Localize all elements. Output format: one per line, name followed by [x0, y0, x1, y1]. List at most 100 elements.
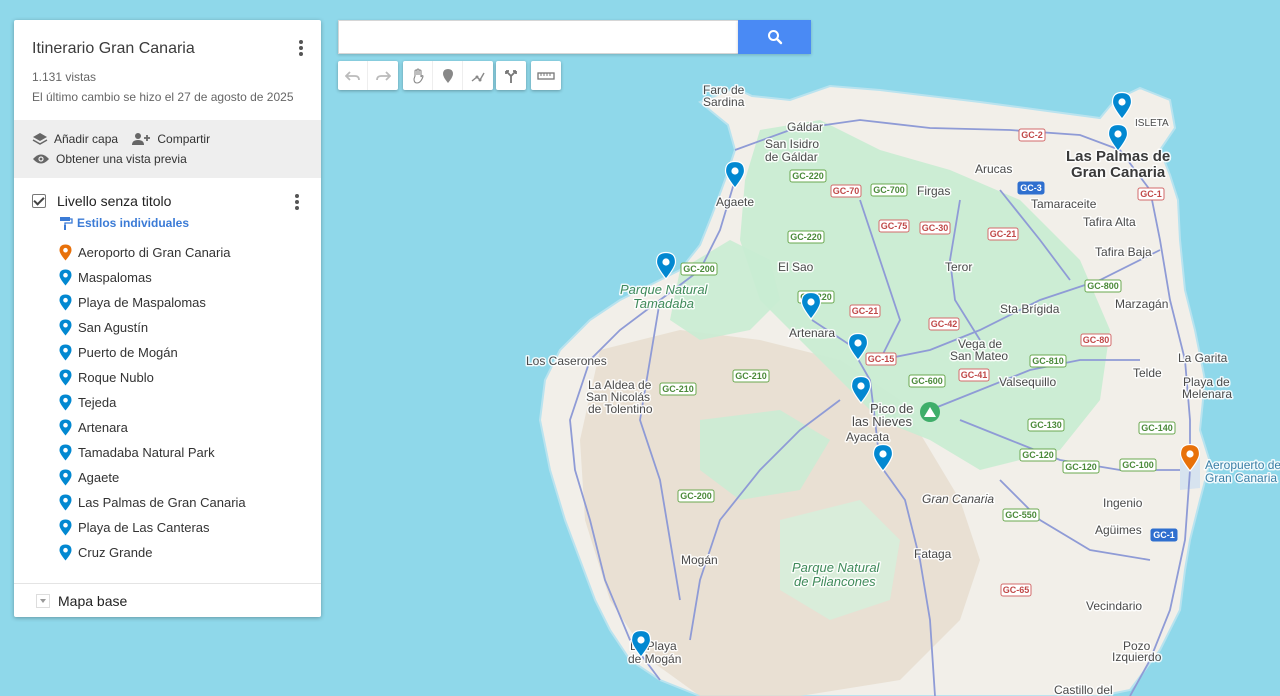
add-marker-button[interactable] [433, 61, 463, 90]
layer-name[interactable]: Livello senza titolo [57, 193, 171, 209]
search-icon [767, 30, 782, 45]
svg-text:GC-120: GC-120 [1022, 450, 1054, 460]
label-san-isidro: San Isidro [765, 137, 819, 151]
label-isleta: ISLETA [1135, 118, 1169, 129]
svg-text:GC-42: GC-42 [931, 319, 958, 329]
place-list-item[interactable]: Playa de Las Canteras [59, 515, 303, 540]
label-agaete: Agaete [716, 195, 754, 209]
search-button[interactable] [738, 20, 811, 54]
mountain-peak-icon[interactable] [920, 402, 940, 422]
road-shield: GC-220 [787, 230, 825, 244]
svg-text:GC-3: GC-3 [1020, 183, 1042, 193]
pan-tool-button[interactable] [403, 61, 433, 90]
measure-button[interactable] [531, 61, 561, 90]
place-list-item[interactable]: Aeroporto di Gran Canaria [59, 240, 303, 265]
svg-text:GC-130: GC-130 [1030, 420, 1062, 430]
directions-icon [505, 69, 517, 83]
road-shield: GC-210 [732, 369, 770, 383]
share-button[interactable]: Compartir [131, 129, 210, 149]
svg-text:GC-100: GC-100 [1122, 460, 1154, 470]
add-layer-button[interactable]: Añadir capa [32, 129, 118, 149]
place-list-item[interactable]: Artenara [59, 415, 303, 440]
place-list-item[interactable]: Playa de Maspalomas [59, 290, 303, 315]
place-list-item[interactable]: Las Palmas de Gran Canaria [59, 490, 303, 515]
label-aguimes: Agüimes [1095, 523, 1142, 537]
place-list-item[interactable]: San Agustín [59, 315, 303, 340]
panel-actions: Añadir capa Compartir Obtener una vista … [14, 120, 321, 178]
preview-button[interactable]: Obtener una vista previa [32, 149, 187, 169]
layer-options-button[interactable] [287, 192, 307, 214]
preview-label: Obtener una vista previa [56, 152, 187, 166]
layer-visibility-checkbox[interactable] [32, 194, 46, 208]
search-input[interactable] [338, 20, 738, 54]
road-shield: GC-75 [878, 219, 910, 233]
label-ingenio: Ingenio [1103, 496, 1143, 510]
svg-text:GC-120: GC-120 [1065, 462, 1097, 472]
undo-button[interactable] [338, 61, 368, 90]
map-title[interactable]: Itinerario Gran Canaria [32, 40, 303, 58]
road-shield: GC-21 [987, 227, 1019, 241]
road-shield: GC-42 [928, 317, 960, 331]
dot-icon [299, 52, 303, 56]
svg-text:GC-210: GC-210 [735, 371, 767, 381]
place-label: Agaete [78, 470, 120, 485]
panel-header: Itinerario Gran Canaria 1.131 vistas El … [14, 20, 321, 120]
place-label: Playa de Maspalomas [78, 295, 206, 310]
individual-styles-label: Estilos individuales [77, 216, 190, 230]
svg-text:GC-21: GC-21 [990, 229, 1017, 239]
road-shield: GC-130 [1027, 418, 1065, 432]
road-shield: GC-140 [1138, 421, 1176, 435]
road-shield: GC-30 [919, 221, 951, 235]
place-list-item[interactable]: Tamadaba Natural Park [59, 440, 303, 465]
label-vecindario: Vecindario [1086, 599, 1142, 613]
directions-group [496, 61, 526, 90]
label-aeropuerto-2: Gran Canaria [1205, 471, 1277, 485]
svg-text:GC-210: GC-210 [662, 384, 694, 394]
map-pin-icon [59, 369, 72, 386]
svg-text:GC-21: GC-21 [852, 306, 879, 316]
place-label: Aeroporto di Gran Canaria [78, 245, 231, 260]
redo-button[interactable] [368, 61, 398, 90]
place-label: Maspalomas [78, 270, 152, 285]
label-playa-mogan-2: de Mogán [628, 652, 681, 666]
label-telde: Telde [1133, 366, 1162, 380]
label-pozo-2: Izquierdo [1112, 650, 1162, 664]
undo-redo-group [338, 61, 398, 90]
place-list-item[interactable]: Puerto de Mogán [59, 340, 303, 365]
last-changed: El último cambio se hizo el 27 de agosto… [32, 90, 294, 104]
place-list-item[interactable]: Roque Nublo [59, 365, 303, 390]
map-pin-icon [59, 269, 72, 286]
label-marzagan: Marzagán [1115, 297, 1168, 311]
base-map-toggle[interactable]: Mapa base [14, 583, 321, 617]
place-list-item[interactable]: Agaete [59, 465, 303, 490]
draw-line-button[interactable] [463, 61, 493, 90]
road-shield: GC-1 [1150, 528, 1178, 542]
svg-text:GC-65: GC-65 [1003, 585, 1030, 595]
map-pin-icon [59, 244, 72, 261]
add-directions-button[interactable] [496, 61, 526, 90]
place-label: Las Palmas de Gran Canaria [78, 495, 246, 510]
place-label: Cruz Grande [78, 545, 153, 560]
road-shield: GC-200 [677, 489, 715, 503]
label-valsequillo: Valsequillo [999, 375, 1056, 389]
map-options-button[interactable] [291, 38, 311, 60]
road-shield: GC-2 [1018, 128, 1046, 142]
label-artenara: Artenara [789, 326, 835, 340]
redo-icon [376, 70, 391, 81]
map-pin-icon [59, 394, 72, 411]
place-list-item[interactable]: Tejeda [59, 390, 303, 415]
label-firgas: Firgas [917, 184, 950, 198]
place-list-item[interactable]: Cruz Grande [59, 540, 303, 565]
place-label: Artenara [78, 420, 128, 435]
svg-text:GC-220: GC-220 [790, 232, 822, 242]
place-list-item[interactable]: Maspalomas [59, 265, 303, 290]
label-teror: Teror [945, 260, 972, 274]
view-count: 1.131 vistas [32, 70, 97, 84]
dot-icon [295, 206, 299, 210]
road-shield: GC-800 [1084, 279, 1122, 293]
label-tamaraceite: Tamaraceite [1031, 197, 1097, 211]
paint-roller-icon [60, 217, 73, 230]
svg-text:GC-2: GC-2 [1021, 130, 1043, 140]
dot-icon [299, 46, 303, 50]
individual-styles-link[interactable]: Estilos individuales [59, 216, 303, 230]
